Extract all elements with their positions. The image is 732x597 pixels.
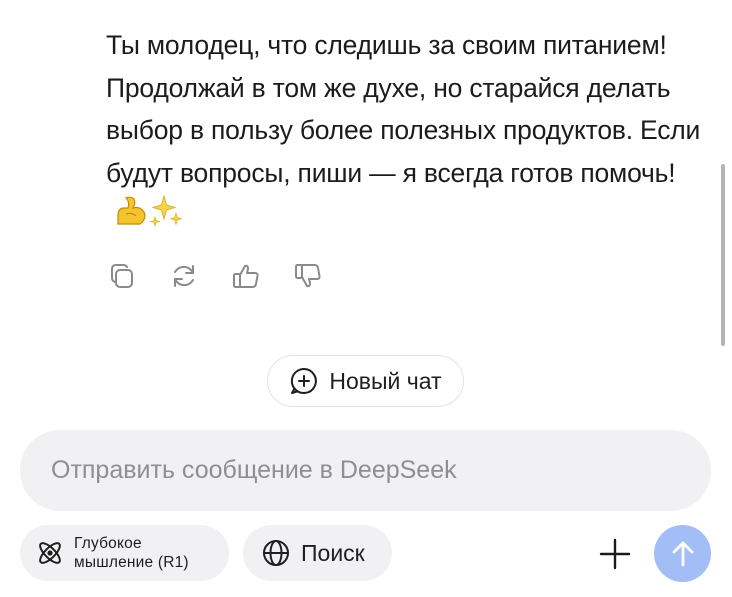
thumbs-up-icon bbox=[233, 264, 259, 288]
plus-icon bbox=[599, 538, 631, 570]
dislike-button[interactable] bbox=[292, 260, 324, 292]
like-button[interactable] bbox=[230, 260, 262, 292]
message-composer[interactable] bbox=[20, 430, 711, 511]
refresh-icon bbox=[174, 265, 194, 287]
chat-screen: Ты молодец, что следишь за своим питание… bbox=[0, 0, 732, 597]
new-chat-label: Новый чат bbox=[329, 367, 442, 394]
assistant-message: Ты молодец, что следишь за своим питание… bbox=[106, 24, 706, 241]
deep-think-toggle[interactable]: Глубокое мышление (R1) bbox=[20, 525, 229, 581]
deep-think-label: Глубокое мышление (R1) bbox=[74, 535, 189, 571]
message-input[interactable] bbox=[49, 455, 682, 486]
send-button[interactable] bbox=[654, 525, 711, 582]
copy-icon bbox=[111, 264, 133, 288]
chat-plus-icon bbox=[291, 367, 318, 394]
search-toggle[interactable]: Поиск bbox=[243, 525, 392, 581]
search-label: Поиск bbox=[301, 539, 365, 566]
scrollbar[interactable] bbox=[721, 164, 725, 346]
new-chat-button[interactable]: Новый чат bbox=[267, 355, 464, 407]
flexed-biceps-sparkles-emoji bbox=[114, 194, 183, 241]
copy-button[interactable] bbox=[106, 260, 138, 292]
atom-icon bbox=[39, 542, 61, 564]
message-actions bbox=[106, 260, 324, 292]
globe-icon bbox=[263, 540, 289, 566]
assistant-message-text: Ты молодец, что следишь за своим питание… bbox=[106, 30, 701, 188]
regenerate-button[interactable] bbox=[168, 260, 200, 292]
attach-button[interactable] bbox=[598, 537, 632, 571]
arrow-up-icon bbox=[672, 541, 693, 566]
thumbs-down-icon bbox=[295, 264, 321, 288]
